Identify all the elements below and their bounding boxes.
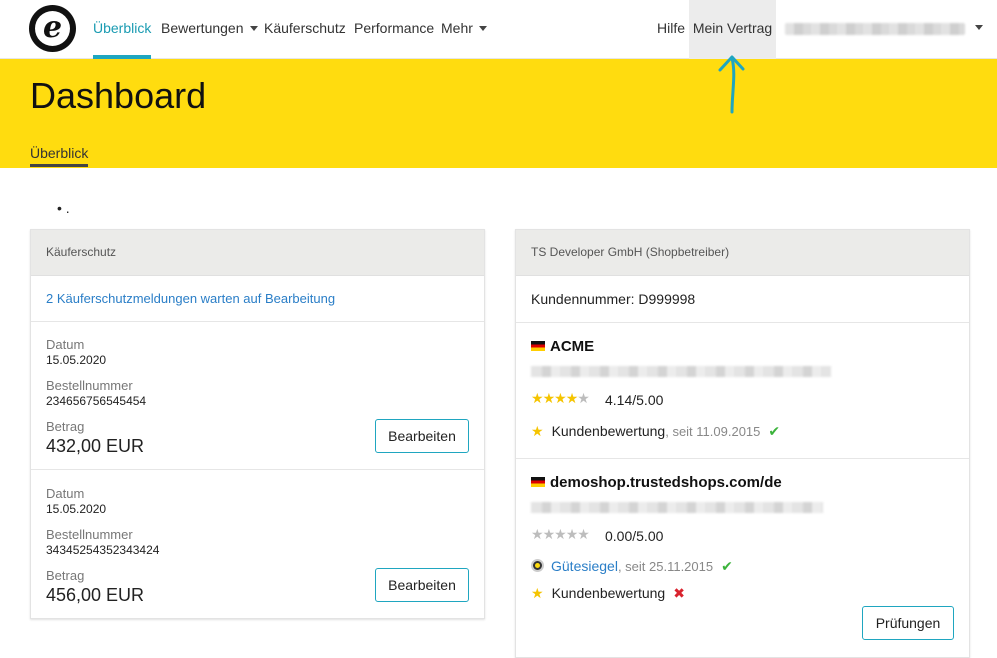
edit-claim-button[interactable]: Bearbeiten xyxy=(375,419,469,453)
reviews-status-row: ★ Kundenbewertung ✖ xyxy=(531,585,685,601)
divider xyxy=(31,321,484,322)
nav-help-link[interactable]: Hilfe xyxy=(657,0,685,58)
checkmark-icon: ✔ xyxy=(721,558,733,574)
nav-tab-buyer-protection[interactable]: Käuferschutz xyxy=(264,0,346,58)
german-flag-icon xyxy=(531,476,545,487)
checkmark-icon: ✔ xyxy=(768,423,781,439)
nav-my-contract[interactable]: Mein Vertrag xyxy=(689,0,776,59)
rating-star-icon: ★ xyxy=(577,390,590,406)
dashboard-header: Dashboard Überblick xyxy=(0,59,997,168)
seal-icon xyxy=(531,559,544,573)
page-title: Dashboard xyxy=(30,75,207,116)
rating-star-icon: ★ xyxy=(565,526,579,542)
order-number: 234656756545454 xyxy=(46,394,147,408)
redacted-shop-url xyxy=(531,366,831,377)
pending-claims-link[interactable]: 2 Käuferschutzmeldungen warten auf Bearb… xyxy=(46,291,335,306)
amount-value: 456,00 EUR xyxy=(46,585,145,605)
redacted-shop-url xyxy=(531,502,823,513)
order-label: Bestellnummer xyxy=(46,527,133,542)
trusted-shops-logo[interactable]: e xyxy=(29,5,76,52)
annotation-arrow-icon xyxy=(718,55,745,114)
cross-icon: ✖ xyxy=(673,585,685,601)
rating-star-icon: ★ xyxy=(542,390,556,406)
amount-value: 432,00 EUR xyxy=(46,436,145,456)
german-flag-icon xyxy=(531,340,545,351)
rating-star-icon: ★ xyxy=(542,526,556,542)
rating-star-icon: ★ xyxy=(554,390,567,406)
date-value: 15.05.2020 xyxy=(46,353,107,367)
subtab-overview[interactable]: Überblick xyxy=(30,145,89,167)
shop-operator-card: TS Developer GmbH (Shopbetreiber) Kunden… xyxy=(515,229,970,658)
nav-tab-performance[interactable]: Performance xyxy=(354,0,434,58)
card-header: TS Developer GmbH (Shopbetreiber) xyxy=(516,230,969,276)
bullet-list-item: • . xyxy=(57,200,70,216)
rating-star-icon: ★ xyxy=(531,390,544,406)
user-menu-chevron-down-icon[interactable] xyxy=(975,25,983,30)
buyer-protection-card: Käuferschutz 2 Käuferschutzmeldungen war… xyxy=(30,229,485,619)
shop-name: demoshop.trustedshops.com/de xyxy=(531,474,782,491)
star-rating-icon: ★★★★★ xyxy=(531,390,590,407)
audits-button[interactable]: Prüfungen xyxy=(862,606,954,640)
rating-value: 0.00/5.00 xyxy=(605,528,664,544)
card-header: Käuferschutz xyxy=(31,230,484,276)
seal-status-row: Gütesiegel, seit 25.11.2015 ✔ xyxy=(531,558,733,575)
rating-star-icon: ★ xyxy=(531,526,544,542)
chevron-down-icon xyxy=(478,25,487,31)
star-icon: ★ xyxy=(531,423,544,439)
star-rating-icon: ★★★★★ xyxy=(531,526,590,543)
divider xyxy=(516,458,969,459)
shop-name: ACME xyxy=(531,338,594,355)
rating-star-icon: ★ xyxy=(554,526,567,542)
customer-number: Kundennummer: D999998 xyxy=(531,291,696,307)
star-icon: ★ xyxy=(531,585,544,601)
date-label: Datum xyxy=(46,337,85,352)
amount-label: Betrag xyxy=(46,568,85,583)
reviews-status-row: ★ Kundenbewertung, seit 11.09.2015 ✔ xyxy=(531,423,781,439)
user-menu-redacted-name[interactable] xyxy=(785,23,965,35)
rating-star-icon: ★ xyxy=(565,390,579,406)
nav-tab-reviews[interactable]: Bewertungen xyxy=(161,0,258,58)
order-label: Bestellnummer xyxy=(46,378,133,393)
seal-link[interactable]: Gütesiegel xyxy=(551,558,618,574)
divider xyxy=(516,322,969,323)
amount-label: Betrag xyxy=(46,419,85,434)
rating-value: 4.14/5.00 xyxy=(605,392,664,408)
chevron-down-icon xyxy=(249,25,258,31)
divider xyxy=(31,469,484,470)
edit-claim-button[interactable]: Bearbeiten xyxy=(375,568,469,602)
nav-tab-overview[interactable]: Überblick xyxy=(93,0,152,59)
nav-tab-more[interactable]: Mehr xyxy=(441,0,487,58)
date-label: Datum xyxy=(46,486,85,501)
date-value: 15.05.2020 xyxy=(46,502,107,516)
rating-star-icon: ★ xyxy=(577,526,590,542)
top-navigation: e Überblick Bewertungen Käuferschutz Per… xyxy=(0,0,997,59)
order-number: 34345254352343424 xyxy=(46,543,160,557)
logo-letter: e xyxy=(42,10,63,45)
